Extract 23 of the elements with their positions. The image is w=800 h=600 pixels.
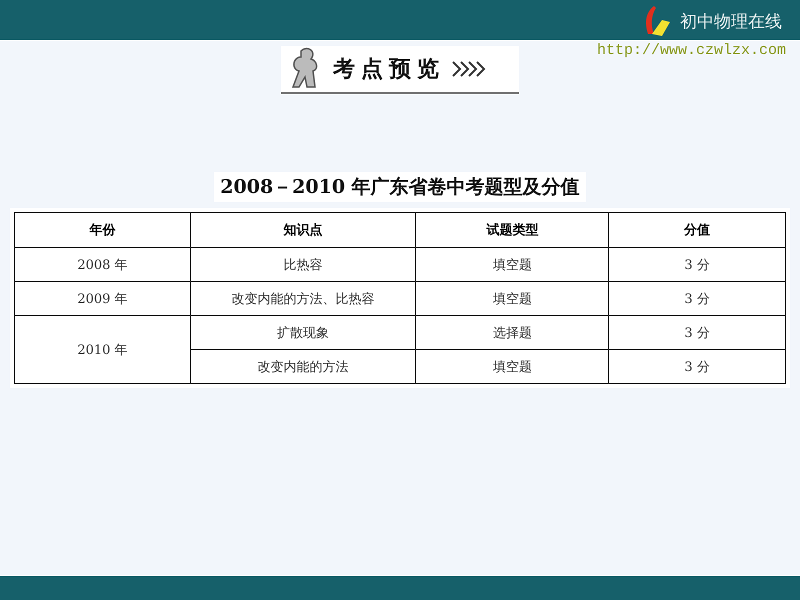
column-header: 试题类型 (416, 212, 609, 248)
table-cell: 选择题 (416, 316, 609, 350)
site-name: 初中物理在线 (680, 10, 782, 32)
table-cell: 填空题 (416, 350, 609, 384)
table-cell: 改变内能的方法 (190, 350, 416, 384)
table-cell: 填空题 (416, 282, 609, 316)
table-cell: 2009 年 (14, 282, 190, 316)
table-cell: 2010 年 (14, 316, 190, 384)
table-cell: 改变内能的方法、比热容 (190, 282, 416, 316)
table-cell: 扩散现象 (190, 316, 416, 350)
table-cell: 3 分 (608, 350, 786, 384)
table-cell: 3 分 (608, 282, 786, 316)
table-cell: 填空题 (416, 248, 609, 282)
banner-title: 考点预览 (333, 55, 445, 84)
table-cell: 比热容 (190, 248, 416, 282)
table-cell: 2008 年 (14, 248, 190, 282)
column-header: 年份 (14, 212, 190, 248)
column-header: 分值 (608, 212, 786, 248)
table-title: 2008－2010 年广东省卷中考题型及分值 (214, 172, 586, 202)
table-cell: 3 分 (608, 316, 786, 350)
column-header: 知识点 (190, 212, 416, 248)
table-cell: 3 分 (608, 248, 786, 282)
site-url: http://www.czwlzx.com (596, 42, 786, 59)
